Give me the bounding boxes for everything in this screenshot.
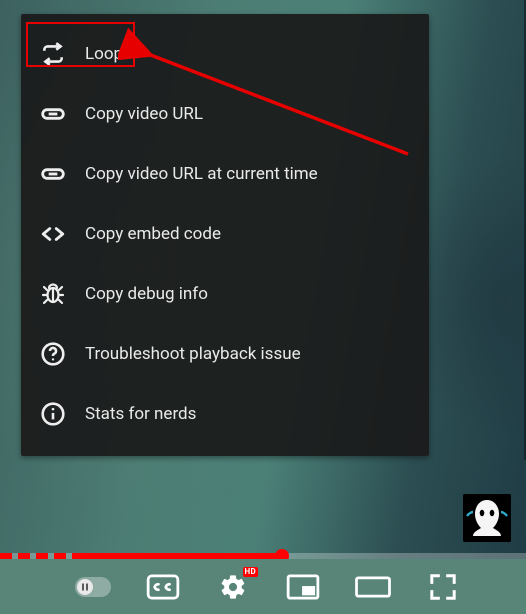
menu-item-copy-embed[interactable]: Copy embed code [21,204,429,264]
subtitles-button[interactable] [144,570,182,604]
menu-item-label: Troubleshoot playback issue [85,344,301,364]
menu-item-copy-debug[interactable]: Copy debug info [21,264,429,324]
menu-item-copy-url-time[interactable]: Copy video URL at current time [21,144,429,204]
menu-item-label: Copy debug info [85,284,208,304]
bug-icon [39,280,67,308]
player-controls: HD [0,559,526,614]
loop-icon [39,40,67,68]
menu-item-copy-url[interactable]: Copy video URL [21,84,429,144]
menu-item-label: Loop [85,44,123,64]
menu-item-label: Copy video URL at current time [85,164,318,184]
help-icon [39,340,67,368]
menu-item-stats[interactable]: Stats for nerds [21,384,429,444]
autoplay-toggle[interactable] [74,570,112,604]
fullscreen-button[interactable] [424,570,462,604]
miniplayer-button[interactable] [284,570,322,604]
hd-badge: HD [243,567,258,577]
theater-button[interactable] [354,570,392,604]
menu-item-label: Stats for nerds [85,404,196,424]
embed-icon [39,220,67,248]
video-player: Loop Copy video URL Copy video URL at cu… [0,0,526,614]
menu-item-label: Copy embed code [85,224,221,244]
channel-avatar[interactable] [463,494,511,542]
menu-item-label: Copy video URL [85,104,203,124]
link-icon [39,100,67,128]
link-icon [39,160,67,188]
info-icon [39,400,67,428]
menu-item-troubleshoot[interactable]: Troubleshoot playback issue [21,324,429,384]
context-menu: Loop Copy video URL Copy video URL at cu… [21,14,429,456]
menu-item-loop[interactable]: Loop [21,24,429,84]
settings-button[interactable]: HD [214,570,252,604]
